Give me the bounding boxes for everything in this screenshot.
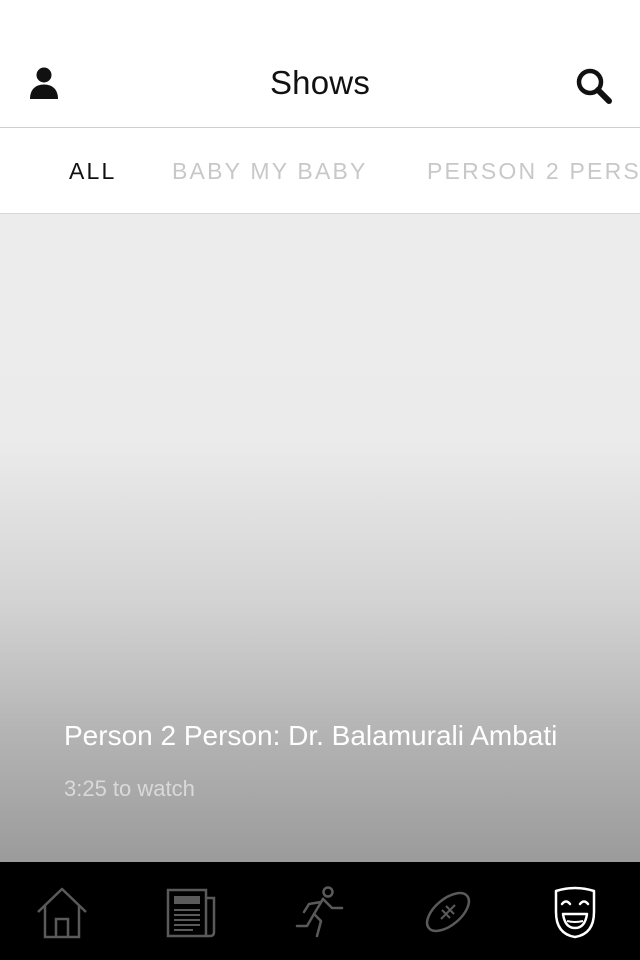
page-title: Shows — [269, 64, 371, 101]
tabbar-lifestyle[interactable] — [292, 884, 348, 940]
featured-duration: 3:25 to watch — [64, 776, 195, 801]
featured-video-card[interactable]: Person 2 Person: Dr. Balamurali Ambati 3… — [0, 214, 640, 862]
search-icon — [576, 68, 612, 104]
app-screen: Shows ALL BABY MY BABY PERSON 2 PERSON P… — [0, 0, 640, 960]
tabbar-news[interactable] — [163, 884, 219, 940]
category-tabs: ALL BABY MY BABY PERSON 2 PERSON — [0, 128, 640, 214]
newspaper-icon — [166, 888, 216, 938]
football-icon — [425, 891, 471, 933]
featured-title: Person 2 Person: Dr. Balamurali Ambati — [64, 720, 558, 751]
app-header: Shows — [0, 40, 640, 128]
status-bar — [0, 0, 640, 40]
tab-baby-my-baby[interactable]: BABY MY BABY — [172, 158, 368, 185]
bottom-tab-bar — [0, 862, 640, 960]
tabbar-home[interactable] — [34, 884, 90, 940]
home-icon — [37, 887, 87, 939]
tabbar-shows[interactable] — [547, 884, 603, 940]
comedy-mask-icon — [554, 886, 596, 939]
tab-person-2-person[interactable]: PERSON 2 PERSON — [427, 158, 640, 185]
tabbar-sports[interactable] — [420, 884, 476, 940]
tab-all[interactable]: ALL — [69, 158, 117, 185]
running-person-icon — [295, 886, 344, 938]
search-button[interactable] — [574, 66, 614, 106]
